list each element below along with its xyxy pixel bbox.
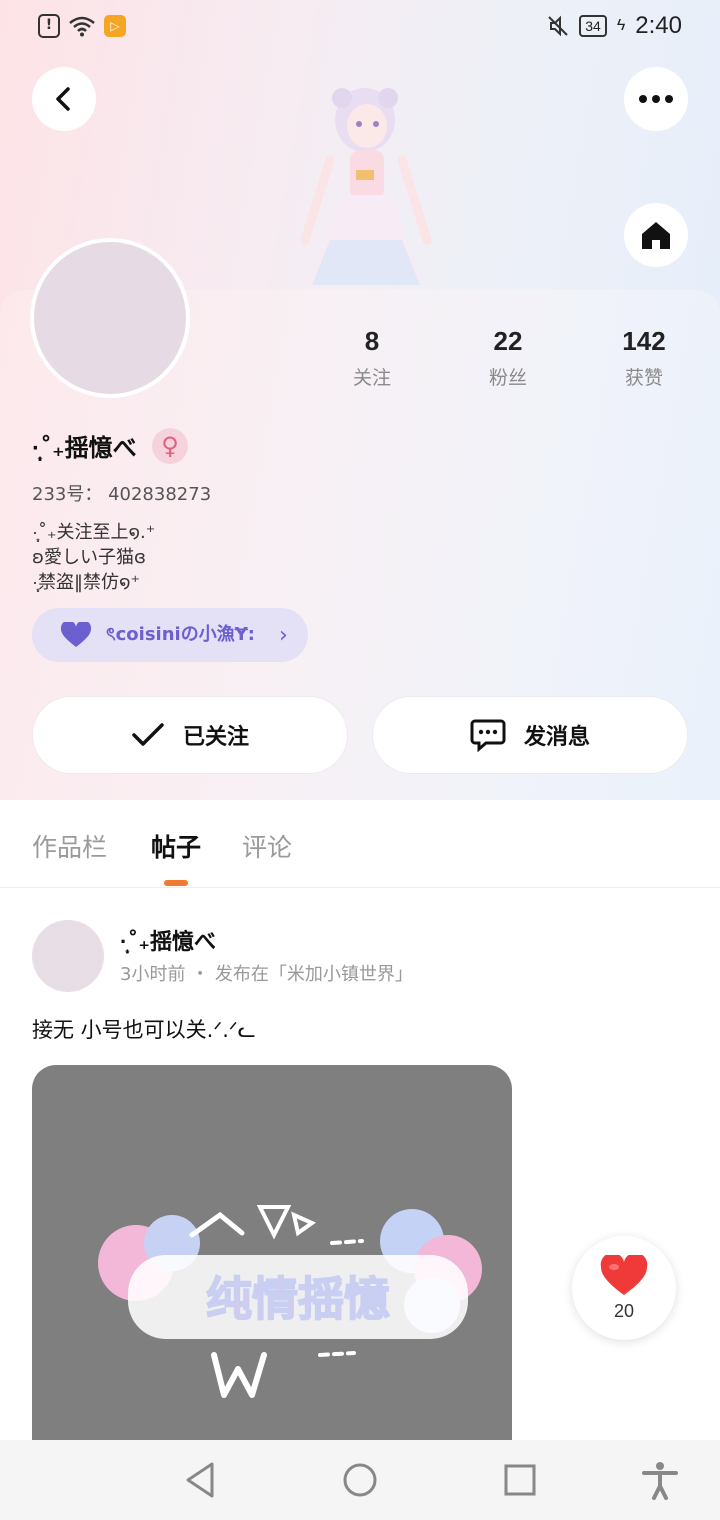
- nav-recents-icon[interactable]: [500, 1460, 540, 1500]
- system-navigation-bar: [0, 1440, 720, 1520]
- stat-value: 8: [364, 326, 380, 356]
- status-bar: ! ▷ 34 ϟ 2:40: [0, 0, 720, 56]
- more-options-button[interactable]: [624, 67, 688, 131]
- heart-icon: [60, 622, 92, 647]
- post-artwork-graphic: 纯情揺憶: [98, 1205, 482, 1398]
- post-author-name[interactable]: ·̩͙˚₊揺憶べ: [120, 924, 216, 956]
- send-message-button[interactable]: 发消息: [372, 696, 688, 774]
- app-notification-icon: ▷: [104, 15, 126, 37]
- heart-icon: [600, 1254, 648, 1295]
- active-tab-indicator: [164, 880, 188, 886]
- post-meta: 3小时前 ・ 发布在「米加小镇世界」: [120, 964, 413, 985]
- chat-bubble-icon: [470, 719, 506, 752]
- bio-line: ·̩͙禁盗‖禁仿໑⁺: [32, 572, 141, 593]
- tab-works[interactable]: 作品栏: [32, 828, 107, 864]
- user-id: 233号： 402838273: [32, 484, 212, 505]
- send-message-label: 发消息: [523, 725, 590, 750]
- tab-comments[interactable]: 评论: [242, 828, 292, 864]
- stat-fans[interactable]: 22 粉丝: [448, 326, 568, 390]
- bio-line: ·̩͙˚₊关注至上໑.⁺: [32, 522, 156, 543]
- post-text[interactable]: 接无 小号也可以关.ᐟ.ᐟᓚ: [32, 1014, 256, 1044]
- clock: 2:40: [635, 12, 682, 39]
- profile-tabs: 作品栏 帖子 评论: [0, 800, 720, 888]
- tab-posts[interactable]: 帖子: [151, 828, 201, 864]
- post-author-avatar[interactable]: [32, 920, 104, 992]
- nav-home-icon[interactable]: [340, 1460, 380, 1500]
- back-button[interactable]: [32, 67, 96, 131]
- wifi-icon: [69, 16, 95, 37]
- following-label: 已关注: [182, 725, 249, 750]
- more-dots-icon: [639, 95, 673, 103]
- following-button[interactable]: 已关注: [32, 696, 348, 774]
- nav-back-icon[interactable]: [180, 1460, 220, 1500]
- stat-label: 关注: [352, 367, 391, 389]
- bio-line: ʚ愛しい子猫ɞ: [32, 547, 146, 568]
- stat-likes[interactable]: 142 获赞: [584, 326, 704, 390]
- stat-value: 22: [493, 326, 523, 356]
- chevron-right-icon: ›: [278, 622, 288, 648]
- like-button[interactable]: 20: [572, 1236, 676, 1340]
- profile-username: ·̩͙˚₊揺憶べ: [32, 434, 137, 462]
- club-badge-button[interactable]: ৎcoisiniの小漁Ɏ: ›: [32, 608, 308, 662]
- chevron-left-icon: [56, 87, 70, 111]
- mute-icon: [548, 15, 568, 37]
- content-section: 作品栏 帖子 评论 ·̩͙˚₊揺憶べ 3小时前 ・ 发布在「米加小镇世界」 接无…: [0, 800, 720, 1445]
- charging-icon: ϟ: [616, 17, 626, 34]
- avatar-character-image: [300, 88, 432, 285]
- home-icon: [642, 222, 670, 249]
- battery-indicator: 34: [579, 15, 607, 37]
- svg-text:纯情揺憶: 纯情揺憶: [206, 1272, 390, 1326]
- stat-label: 粉丝: [488, 367, 527, 389]
- stat-label: 获赞: [624, 367, 663, 389]
- stat-following[interactable]: 8 关注: [312, 326, 432, 390]
- home-button[interactable]: [624, 203, 688, 267]
- club-name: ৎcoisiniの小漁Ɏ:: [106, 623, 255, 645]
- accessibility-icon[interactable]: [640, 1460, 680, 1500]
- alert-icon: !: [38, 14, 60, 38]
- profile-avatar[interactable]: [30, 238, 190, 398]
- like-count: 20: [613, 1300, 635, 1321]
- profile-bio: ·̩͙˚₊关注至上໑.⁺ ʚ愛しい子猫ɞ ·̩͙禁盗‖禁仿໑⁺: [32, 520, 155, 595]
- stat-value: 142: [622, 326, 666, 356]
- female-gender-icon: ♀: [152, 428, 188, 464]
- checkmark-icon: [132, 723, 164, 746]
- post-image[interactable]: 纯情揺憶: [32, 1065, 512, 1445]
